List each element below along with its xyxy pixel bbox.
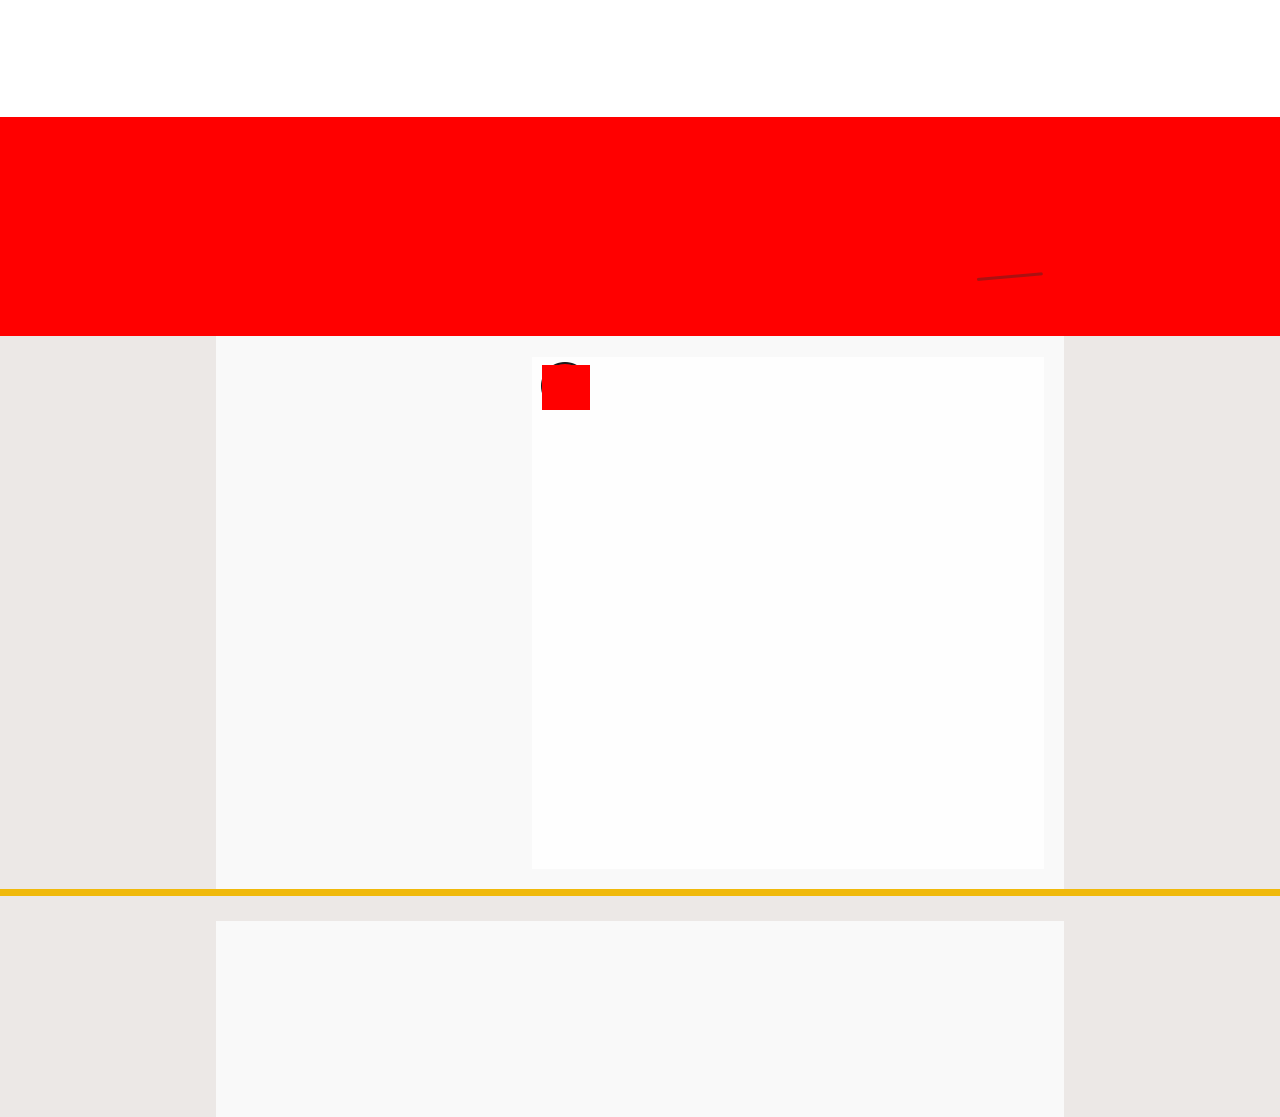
footer-panel <box>216 921 1064 1117</box>
content-card[interactable] <box>532 357 1044 869</box>
hero-banner <box>0 117 1280 336</box>
red-square-badge-icon <box>542 365 590 410</box>
section-divider <box>0 889 1280 896</box>
top-header-bar <box>0 0 1280 117</box>
